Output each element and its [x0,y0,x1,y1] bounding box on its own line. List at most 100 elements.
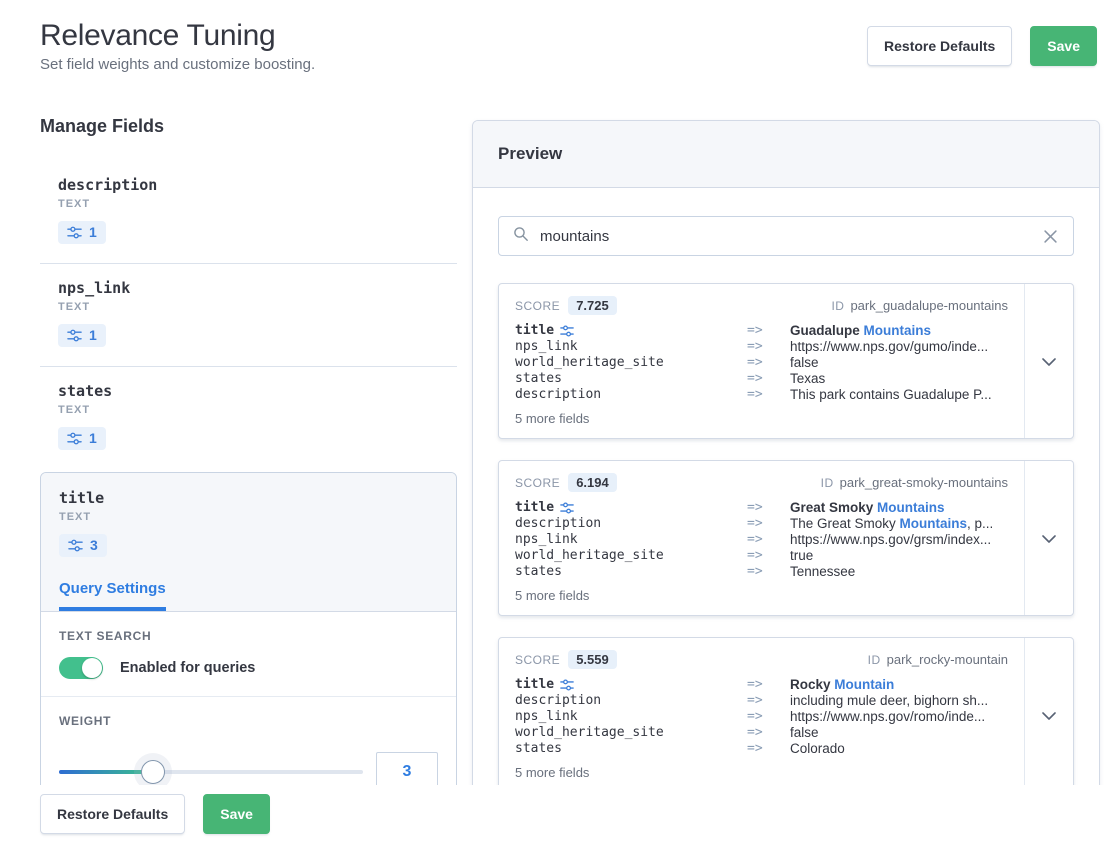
preview-panel: Preview SCORE 7.725 IDpark_guadalupe-mount… [472,120,1100,830]
result-field-row: nps_link=>https://www.nps.gov/grsm/index… [515,532,1008,548]
preview-header: Preview [473,121,1099,188]
field-type-label: TEXT [59,511,438,523]
result-score: SCORE5.559 [515,651,617,669]
score-badge: 6.194 [568,473,617,492]
expand-result-button[interactable] [1024,284,1073,438]
result-field-row: title=>Guadalupe Mountains [515,323,1008,339]
search-icon [513,226,529,247]
result-card: SCORE 7.725 IDpark_guadalupe-mountainstitl… [498,283,1074,439]
field-type-label: TEXT [58,301,457,313]
page-subtitle: Set field weights and customize boosting… [40,56,315,73]
field-arrow: => [747,564,790,580]
result-field-row: description=>This park contains Guadalup… [515,387,1008,403]
save-button-footer[interactable]: Save [203,794,270,834]
restore-defaults-button-footer[interactable]: Restore Defaults [40,794,185,834]
result-field-value: This park contains Guadalupe P... [790,387,1008,403]
result-card-body: SCORE5.559 ID park_rocky-mountain title=>Ro… [499,638,1024,792]
more-fields-link[interactable]: 5 more fields [515,411,1008,426]
manage-fields-heading: Manage Fields [40,116,457,137]
field-name: nps_link [58,279,457,297]
result-field-value: true [790,548,1008,564]
result-field-row: states=>Colorado [515,741,1008,757]
field-weight-badge: 1 [58,427,106,450]
result-field-name: title [515,323,747,339]
result-field-value: Great Smoky Mountains [790,500,1008,516]
score-label: SCORE [515,299,560,313]
field-card-header[interactable]: title TEXT 3 Query Settings [41,473,456,612]
weight-slider-fill [59,770,153,774]
more-fields-link[interactable]: 5 more fields [515,588,1008,603]
weight-slider[interactable] [59,770,363,774]
save-button[interactable]: Save [1030,26,1097,66]
page-header: Relevance Tuning Set field weights and c… [40,16,1097,73]
field-arrow: => [747,709,790,725]
preview-body: SCORE 7.725 IDpark_guadalupe-mountainstitl… [473,188,1099,830]
field-weight-value: 1 [89,224,97,241]
field-arrow: => [747,677,790,693]
result-field-value: including mule deer, bighorn sh... [790,693,1008,709]
restore-defaults-button[interactable]: Restore Defaults [867,26,1012,66]
expand-result-button[interactable] [1024,638,1073,792]
id-label: ID [868,653,881,667]
highlighted-term: Mountains [877,500,945,515]
field-weight-value: 1 [89,430,97,447]
highlighted-term: Mountains [864,323,932,338]
field-list: descriptionTEXT1nps_linkTEXT1statesTEXT1 [40,161,457,469]
field-item-nps_link[interactable]: nps_link TEXT 1 [40,264,457,366]
field-name: states [58,382,457,400]
result-field-value: Rocky Mountain [790,677,1008,693]
page-footer: Restore Defaults Save [0,785,1113,842]
result-id: ID park_great-smoky-mountains [821,474,1008,492]
result-field-name: description [515,387,747,403]
field-item-description[interactable]: description TEXT 1 [40,161,457,263]
results-list: SCORE 7.725 IDpark_guadalupe-mountainstitl… [498,283,1074,793]
result-field-row: description=>The Great Smoky Mountains, … [515,516,1008,532]
field-arrow: => [747,355,790,371]
result-field-name: description [515,516,747,532]
page-title: Relevance Tuning [40,16,315,55]
id-value: park_rocky-mountain [887,652,1008,667]
result-field-value: Texas [790,371,1008,387]
score-label: SCORE [515,476,560,490]
field-arrow: => [747,548,790,564]
id-value: park_great-smoky-mountains [840,475,1008,490]
result-field-row: title=>Great Smoky Mountains [515,500,1008,516]
result-card: SCORE5.559 ID park_rocky-mountain title=>Ro… [498,637,1074,793]
field-weight-badge: 1 [58,324,106,347]
field-arrow: => [747,371,790,387]
result-field-row: world_heritage_site=>true [515,548,1008,564]
toggle-knob [82,658,102,678]
clear-search-icon[interactable] [1042,228,1059,245]
result-field-row: title=>Rocky Mountain [515,677,1008,693]
sliders-icon [67,328,82,343]
chevron-down-icon [1042,708,1056,723]
weight-slider-thumb[interactable] [141,760,165,784]
expand-result-button[interactable] [1024,461,1073,615]
result-field-row: nps_link=>https://www.nps.gov/romo/inde.… [515,709,1008,725]
result-field-value: false [790,355,1008,371]
result-field-name: nps_link [515,532,747,548]
result-field-name: world_heritage_site [515,355,747,371]
result-card-body: SCORE 6.194 ID park_great-smoky-mountainsti… [499,461,1024,615]
field-weight-value: 1 [89,327,97,344]
result-field-row: nps_link=>https://www.nps.gov/gumo/inde.… [515,339,1008,355]
field-arrow: => [747,516,790,532]
field-name: description [58,176,457,194]
text-search-toggle[interactable] [59,657,103,679]
page-header-titles: Relevance Tuning Set field weights and c… [40,16,315,73]
sliders-icon [67,225,82,240]
result-field-row: states=>Tennessee [515,564,1008,580]
result-card-head: SCORE 6.194 ID park_great-smoky-mountains [515,474,1008,492]
field-type-label: TEXT [58,198,457,210]
sliders-icon [560,678,574,692]
score-badge: 7.725 [568,296,617,315]
result-field-name: nps_link [515,709,747,725]
result-field-name: states [515,741,747,757]
tab-query-settings[interactable]: Query Settings [59,580,166,611]
more-fields-link[interactable]: 5 more fields [515,765,1008,780]
id-label: ID [821,476,834,490]
result-id: IDpark_guadalupe-mountains [831,297,1008,315]
field-item-states[interactable]: statesTEXT1 [40,367,457,469]
search-input[interactable] [540,228,1031,245]
result-score: SCORE 7.725 [515,297,617,315]
